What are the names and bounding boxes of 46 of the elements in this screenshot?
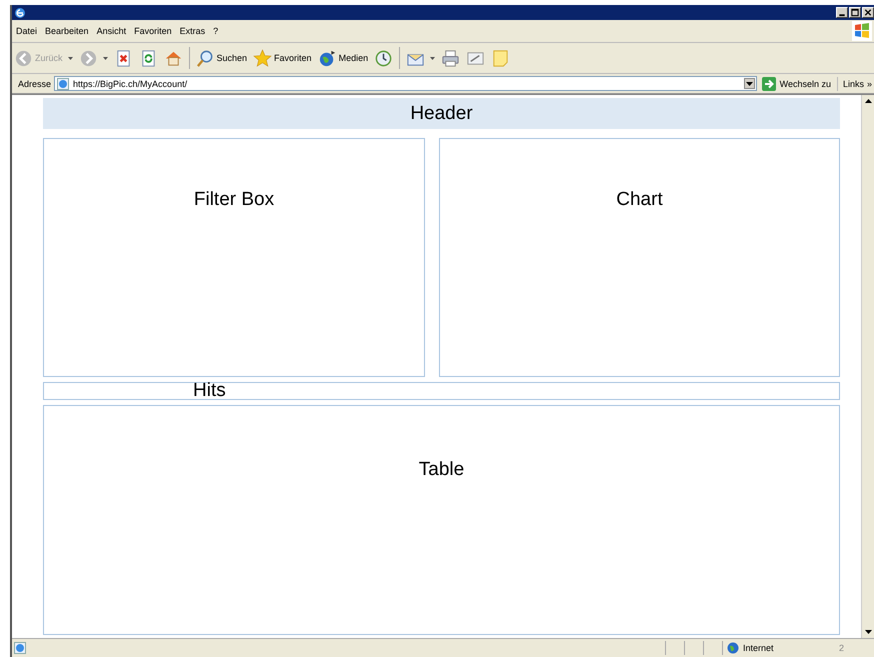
links-button[interactable]: Links (840, 78, 864, 88)
address-label: Adresse (17, 78, 52, 88)
caret-icon (746, 82, 753, 86)
more-button[interactable]: » (866, 78, 872, 88)
maximize-icon (850, 8, 860, 17)
table-label: Table (418, 459, 464, 482)
go-button[interactable]: Wechseln zu (760, 76, 838, 90)
history-button[interactable] (374, 48, 394, 68)
page-icon (57, 78, 70, 90)
scroll-up-icon[interactable] (864, 99, 872, 103)
menu-item[interactable]: Ansicht (92, 26, 130, 36)
windows-logo-icon (852, 21, 872, 41)
printer-icon (441, 48, 460, 68)
scroll-down-icon[interactable] (864, 630, 872, 634)
media-button[interactable]: Medien (318, 48, 368, 68)
print-button[interactable] (441, 48, 460, 68)
hits-label: Hits (193, 380, 226, 401)
right-arrow-icon (762, 76, 776, 90)
zone-status: Internet (722, 641, 837, 655)
menu-item[interactable]: Extras (176, 26, 210, 36)
star-icon (253, 48, 272, 68)
star-button[interactable]: Favoriten (253, 48, 312, 68)
dropdown-button[interactable] (744, 78, 755, 89)
menu-item[interactable]: Datei (12, 26, 42, 36)
globe-icon (727, 642, 739, 654)
scrollbar[interactable] (861, 95, 874, 638)
header-panel: Header (43, 98, 840, 129)
maximize-button[interactable] (849, 7, 861, 18)
note-icon (491, 48, 510, 68)
filter-box-label: Filter Box (194, 189, 274, 212)
close-icon (863, 8, 873, 17)
caret-icon[interactable] (430, 56, 436, 60)
menu-item[interactable]: ? (209, 26, 222, 36)
menu-item[interactable]: Favoriten (130, 26, 176, 36)
minimize-button[interactable] (836, 7, 848, 18)
menu-item[interactable]: Bearbeiten (41, 26, 93, 36)
browser-icon (14, 6, 26, 18)
close-button[interactable] (862, 7, 874, 18)
chart-label: Chart (616, 189, 663, 212)
address-field[interactable]: https://BigPic.ch/MyAccount/ (54, 76, 757, 91)
page-icon (14, 642, 26, 654)
search-button[interactable]: Suchen (196, 48, 248, 68)
globe-icon (318, 48, 337, 68)
clock-icon (374, 48, 394, 68)
search-icon (196, 48, 215, 68)
status-count: 2 (839, 643, 846, 653)
